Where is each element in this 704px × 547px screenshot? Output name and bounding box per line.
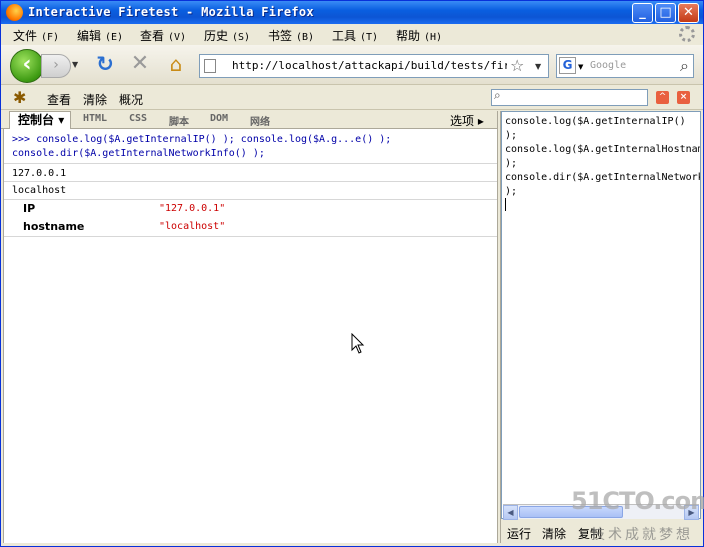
close-button[interactable]: ✕ bbox=[678, 3, 699, 23]
property-value[interactable]: "localhost" bbox=[159, 221, 225, 232]
menu-bookmarks[interactable]: 书签 (B) bbox=[268, 27, 314, 44]
inspect-button[interactable]: 查看 bbox=[47, 91, 71, 108]
maximize-button[interactable]: □ bbox=[655, 3, 676, 23]
clear-button[interactable]: 清除 bbox=[83, 91, 107, 108]
browser-window: Interactive Firetest - Mozilla Firefox _… bbox=[0, 0, 704, 547]
menu-edit[interactable]: 编辑 (E) bbox=[77, 27, 123, 44]
reload-button[interactable]: ↻ bbox=[94, 53, 116, 75]
editor-line: ); bbox=[505, 130, 518, 141]
editor-line: ); bbox=[505, 186, 518, 197]
url-bar[interactable]: http://localhost/attackapi/build/tests/f… bbox=[199, 54, 549, 78]
command-editor[interactable]: console.log($A.getInternalIP() ); consol… bbox=[501, 111, 701, 519]
console-command-line: console.dir($A.getInternalNetworkInfo() … bbox=[12, 148, 265, 159]
firebug-tabs: 控制台 ▾ HTML CSS 脚本 DOM 网络 选项 ▸ bbox=[1, 111, 497, 129]
menu-help[interactable]: 帮助 (H) bbox=[396, 27, 442, 44]
search-bar[interactable]: G ▼ Google ⌕ bbox=[556, 54, 694, 78]
firebug-close-button[interactable]: × bbox=[677, 91, 690, 104]
menu-view[interactable]: 查看 (V) bbox=[140, 27, 186, 44]
menu-file[interactable]: 文件 (F) bbox=[13, 27, 59, 44]
editor-line: console.log($A.getInternalHostname bbox=[505, 144, 701, 155]
back-button[interactable]: ‹ bbox=[10, 49, 44, 83]
editor-line: console.log($A.getInternalIP() bbox=[505, 116, 686, 127]
menu-history[interactable]: 历史 (S) bbox=[204, 27, 250, 44]
engine-dropdown-icon[interactable]: ▼ bbox=[578, 63, 583, 71]
title-bar: Interactive Firetest - Mozilla Firefox _… bbox=[1, 1, 703, 24]
firebug-search-input[interactable]: ⌕ bbox=[491, 88, 648, 106]
editor-line: ); bbox=[505, 158, 518, 169]
row-divider bbox=[4, 199, 498, 200]
menu-tools[interactable]: 工具 (T) bbox=[332, 27, 378, 44]
row-divider bbox=[4, 236, 498, 237]
tab-net[interactable]: 网络 bbox=[250, 113, 270, 128]
console-output: 127.0.0.1 bbox=[12, 168, 67, 179]
minimize-button[interactable]: _ bbox=[632, 3, 653, 23]
navigation-toolbar: ‹ › ▼ ↻ ✕ ⌂ http://localhost/attackapi/b… bbox=[1, 45, 703, 85]
run-button[interactable]: 运行 bbox=[507, 525, 531, 542]
firefox-logo-icon bbox=[6, 4, 23, 21]
throbber-icon bbox=[679, 26, 695, 42]
scroll-left-icon[interactable]: ◀ bbox=[503, 505, 518, 520]
console-output: localhost bbox=[12, 185, 67, 196]
bookmark-star-icon[interactable]: ☆ bbox=[510, 56, 524, 75]
watermark-brand: 51CTO.com bbox=[571, 487, 704, 515]
profile-button[interactable]: 概况 bbox=[119, 91, 143, 108]
forward-button[interactable]: › bbox=[41, 54, 71, 78]
history-dropdown-icon[interactable]: ▼ bbox=[72, 60, 78, 69]
firebug-search-icon: ⌕ bbox=[494, 88, 501, 102]
options-menu[interactable]: 选项 ▸ bbox=[450, 112, 484, 129]
tab-html[interactable]: HTML bbox=[83, 113, 107, 124]
search-placeholder[interactable]: Google bbox=[590, 60, 626, 71]
stop-button[interactable]: ✕ bbox=[129, 53, 151, 75]
mouse-pointer-icon bbox=[351, 333, 365, 354]
editor-line: console.dir($A.getInternalNetworkI bbox=[505, 172, 701, 183]
url-dropdown-icon[interactable]: ▼ bbox=[535, 62, 541, 71]
home-button[interactable]: ⌂ bbox=[165, 53, 187, 75]
firebug-toolbar: ✱ 查看 清除 概况 ⌕ ^ × bbox=[1, 86, 703, 110]
window-title: Interactive Firetest - Mozilla Firefox bbox=[28, 5, 314, 19]
text-caret bbox=[505, 198, 506, 211]
menu-bar: 文件 (F) 编辑 (E) 查看 (V) 历史 (S) 书签 (B) 工具 (T) 帮助 (H… bbox=[1, 24, 703, 45]
tab-script[interactable]: 脚本 bbox=[169, 113, 189, 128]
property-key[interactable]: IP bbox=[23, 202, 35, 215]
row-divider bbox=[4, 163, 498, 164]
console-panel[interactable]: >>> console.log($A.getInternalIP() ); co… bbox=[3, 129, 498, 543]
tab-dom[interactable]: DOM bbox=[210, 113, 228, 124]
row-divider bbox=[4, 181, 498, 182]
firebug-detach-button[interactable]: ^ bbox=[656, 91, 669, 104]
tab-css[interactable]: CSS bbox=[129, 113, 147, 124]
editor-clear-button[interactable]: 清除 bbox=[542, 525, 566, 542]
watermark-slogan: 技术成就梦想 bbox=[591, 527, 693, 543]
search-engine-icon[interactable]: G bbox=[559, 57, 576, 74]
url-text[interactable]: http://localhost/attackapi/build/tests/f… bbox=[232, 59, 507, 72]
firebug-bug-icon[interactable]: ✱ bbox=[13, 88, 33, 107]
property-key[interactable]: hostname bbox=[23, 220, 84, 233]
console-command-line: >>> console.log($A.getInternalIP() ); co… bbox=[12, 134, 392, 145]
page-icon bbox=[204, 59, 216, 73]
search-icon[interactable]: ⌕ bbox=[680, 56, 689, 76]
tab-console[interactable]: 控制台 ▾ bbox=[9, 111, 71, 129]
property-value[interactable]: "127.0.0.1" bbox=[159, 203, 225, 214]
